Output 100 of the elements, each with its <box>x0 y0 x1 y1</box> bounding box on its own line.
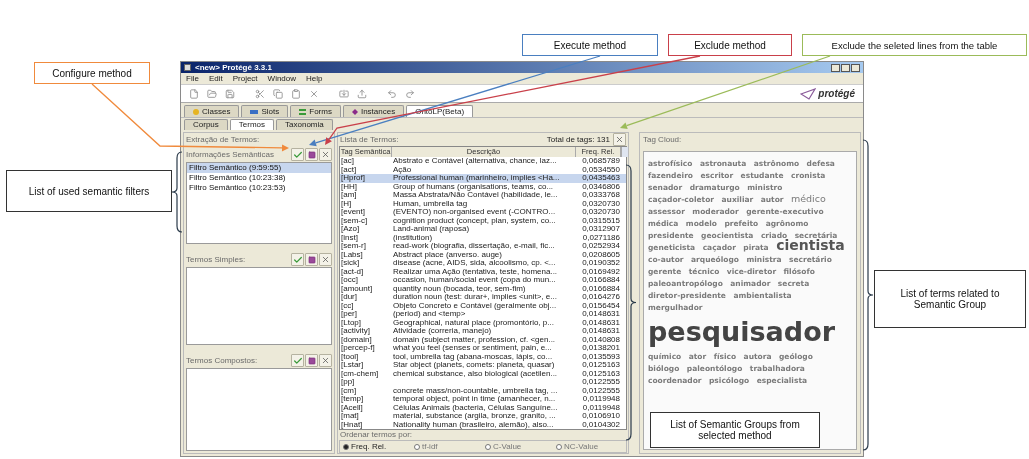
table-cell-text: Objeto Concreto e Contável (geralmente obj... <box>392 301 558 310</box>
configure-button[interactable] <box>291 253 304 266</box>
table-cell-text: 0,0148631 <box>581 318 621 327</box>
table-cell-text: 0,0138201 <box>581 344 621 353</box>
cloud-word[interactable]: pesquisador <box>648 316 835 348</box>
tab[interactable]: Corpus <box>184 119 228 130</box>
delete-button[interactable] <box>319 354 332 367</box>
clipboard-icon[interactable] <box>291 88 301 99</box>
table-cell-text: 0,0119948 <box>581 403 621 412</box>
configure-button[interactable] <box>291 148 304 161</box>
table-cell-text: [Lstar] <box>340 361 364 369</box>
table-cell-text: [pp] <box>340 378 355 386</box>
undo-icon[interactable] <box>387 88 397 99</box>
table-cell-text: 0,0135593 <box>581 352 621 361</box>
table-cell-text: duration noun (test: durar+, implies <unit>, e... <box>392 293 558 301</box>
table-cell-text: (period) and <temp> <box>392 310 466 318</box>
delete-button[interactable] <box>319 253 332 266</box>
filter-item[interactable]: Filtro Semântico (10:23:53) <box>187 183 331 193</box>
execute-button[interactable] <box>305 253 318 266</box>
copy-icon[interactable] <box>273 88 283 99</box>
minimize-button[interactable] <box>831 63 840 72</box>
tab[interactable]: Termos <box>229 119 275 130</box>
table-cell-text: [per] <box>340 310 357 318</box>
execute-button[interactable] <box>305 354 318 367</box>
scissors-icon[interactable] <box>255 88 265 99</box>
table-cell-text: cognition product (concept, plan, system, co... <box>392 216 557 225</box>
import-icon[interactable] <box>339 88 349 99</box>
filter-item[interactable]: Filtro Semântico (10:23:38) <box>187 173 331 183</box>
table-cell-text: [sick] <box>340 259 360 267</box>
delete-icon[interactable] <box>309 88 319 99</box>
table-cell-text: [amount] <box>340 284 374 293</box>
panel-title: Lista de Termos: <box>340 134 399 145</box>
execute-button[interactable] <box>305 148 318 161</box>
menu-item[interactable]: Project <box>232 73 258 84</box>
maximize-button[interactable] <box>841 63 850 72</box>
table-cell-text: 0,0164276 <box>581 293 621 302</box>
scrollbar[interactable] <box>621 147 628 157</box>
exclude-lines-button[interactable] <box>613 133 626 146</box>
tab[interactable]: Instances <box>342 105 405 117</box>
menu-item[interactable]: Window <box>267 73 297 84</box>
callout-label: List of Semantic Groups from selected method <box>650 412 820 448</box>
table-cell-text: [inst] <box>340 233 359 242</box>
table-cell-text: 0,0166884 <box>581 284 621 293</box>
callout-label: Exclude the seleted lines from the table <box>802 34 1027 56</box>
redo-icon[interactable] <box>405 88 415 99</box>
sort-radio[interactable]: Freq. Rel. <box>343 441 410 452</box>
table-cell-text: 0,0208605 <box>581 250 621 259</box>
folder-icon[interactable] <box>207 88 217 99</box>
table-cell-text: chemical substance, also biological (acetilen... <box>392 369 559 378</box>
save-icon[interactable] <box>225 88 235 99</box>
sort-label: Ordenar termos por: <box>340 430 414 440</box>
circle-icon <box>193 108 199 115</box>
table-cell-text: tool, umbrella tag (abana-moscas, lápis, co... <box>392 352 554 361</box>
table-cell-text: 0,0104302 <box>581 420 621 429</box>
table-cell-text: 0,0252934 <box>581 242 621 251</box>
table-cell-text: temporal object, point in time (amanhecer, n... <box>392 395 557 403</box>
table-cell-text: 0,0148631 <box>581 327 621 336</box>
sort-radio[interactable]: NC-Value <box>556 441 623 452</box>
table-cell-text: (EVENTO) non-organised event (-CONTRO... <box>392 208 557 216</box>
check-icon <box>292 355 303 366</box>
tab[interactable]: Forms <box>290 105 341 117</box>
sort-radio[interactable]: tf-idf <box>414 441 481 452</box>
table-cell-text: (institution) <box>392 233 433 242</box>
sort-radio[interactable]: C-Value <box>485 441 552 452</box>
panel-title: Termos Simples: <box>186 254 246 265</box>
table-cell-text: Abstrato e Contável (alternativa, chance, laz... <box>392 157 558 166</box>
cloud-word[interactable]: médico <box>790 193 826 204</box>
table-row[interactable]: [Hprof] Professional human (marinheiro, implies <Ha... 0,0435463 <box>340 174 626 183</box>
table-cell-text: Realizar uma Ação (tentativa, teste, homena... <box>392 267 559 276</box>
close-button[interactable] <box>851 63 860 72</box>
tab[interactable]: Classes <box>184 105 240 117</box>
table-cell-text: [cm-chem] <box>340 369 380 378</box>
cloud-word[interactable]: cientista <box>776 237 845 253</box>
check-icon <box>292 149 303 160</box>
panel-title: Tag Cloud: <box>643 135 683 145</box>
delete-button[interactable] <box>319 148 332 161</box>
configure-button[interactable] <box>291 354 304 367</box>
close-icon <box>321 255 330 264</box>
table-cell-text: 0,0346806 <box>581 182 621 191</box>
table-cell-text: 0,0156454 <box>581 301 621 310</box>
menu-item[interactable]: File <box>186 73 199 84</box>
menu-item[interactable]: Edit <box>208 73 223 84</box>
panel-title: Informações Semânticas <box>186 149 275 160</box>
file-icon[interactable] <box>189 88 199 99</box>
filter-item[interactable]: Filtro Semântico (9:59:55) <box>187 163 331 173</box>
tab[interactable]: Taxonomia <box>276 119 333 130</box>
table-cell-text: 0,0125163 <box>581 369 621 378</box>
table-cell-text: read-work (biografia, dissertação, e-mail, fic... <box>392 242 556 250</box>
table-cell-text: [Azo] <box>340 225 360 233</box>
check-icon <box>292 254 303 265</box>
table-cell-text: [act-d] <box>340 267 365 276</box>
table-cell-text: [mat] <box>340 412 359 420</box>
table-cell-text: 0,0122555 <box>581 386 621 395</box>
upload-icon[interactable] <box>357 88 367 99</box>
menu-item[interactable]: Help <box>306 73 323 84</box>
table-cell-text: 0,0320730 <box>581 208 621 217</box>
table-cell-text: Ação <box>392 165 412 174</box>
table-cell-text: 0,0315515 <box>581 216 621 225</box>
close-icon <box>321 150 330 159</box>
tab[interactable]: Slots <box>241 105 289 117</box>
